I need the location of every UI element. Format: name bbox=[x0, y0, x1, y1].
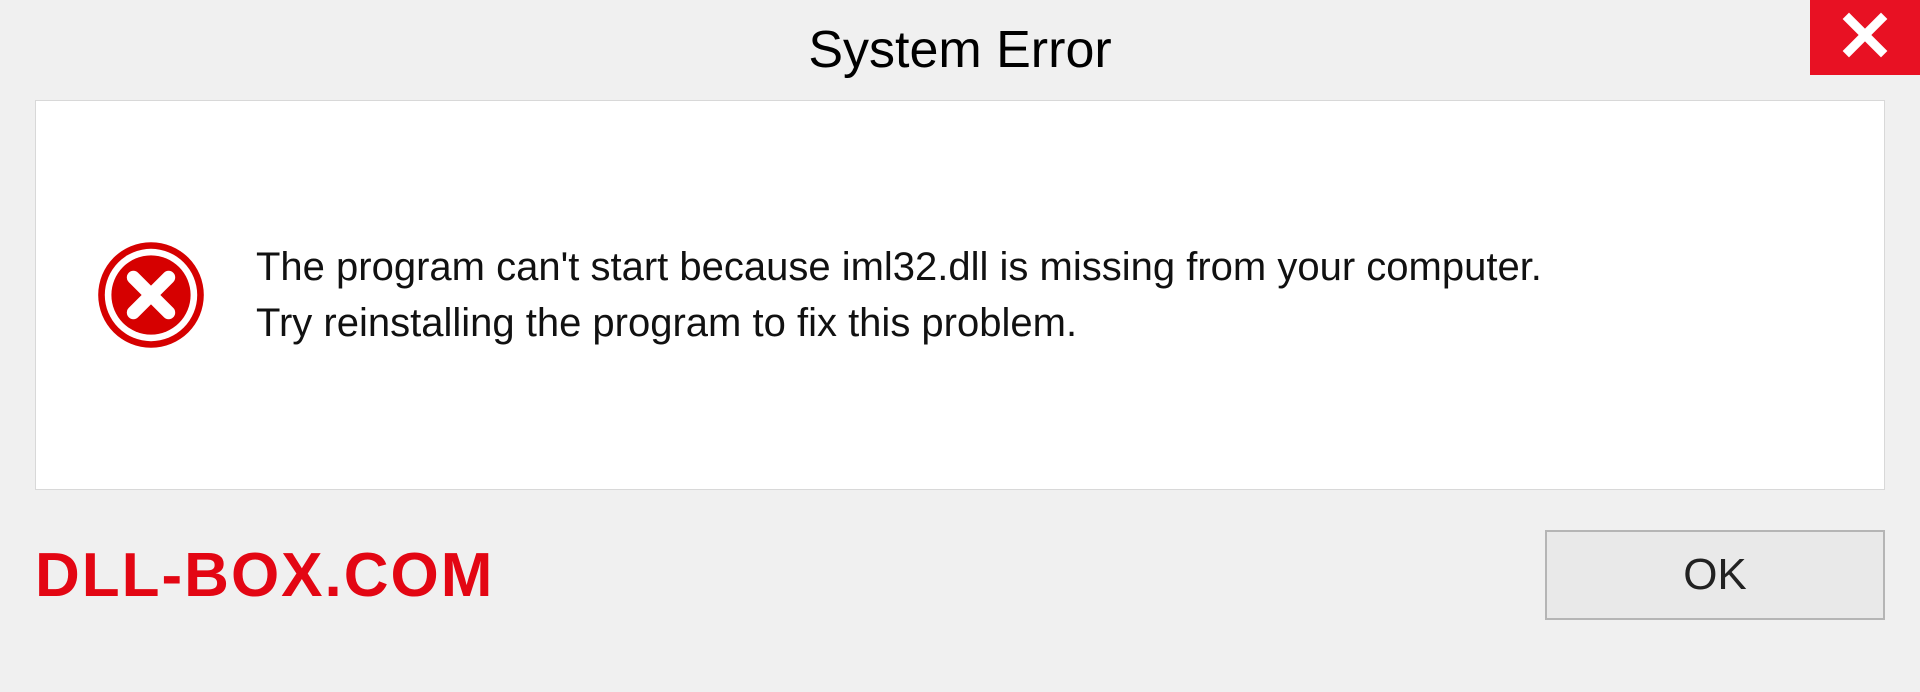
dialog-title: System Error bbox=[808, 20, 1111, 80]
error-icon bbox=[96, 240, 206, 350]
ok-button[interactable]: OK bbox=[1545, 530, 1885, 620]
error-message-line2: Try reinstalling the program to fix this… bbox=[256, 295, 1542, 351]
error-message-line1: The program can't start because iml32.dl… bbox=[256, 239, 1542, 295]
error-message: The program can't start because iml32.dl… bbox=[256, 239, 1542, 351]
titlebar: System Error bbox=[0, 0, 1920, 100]
watermark-text: DLL-BOX.COM bbox=[35, 540, 494, 611]
footer: DLL-BOX.COM OK bbox=[35, 530, 1885, 620]
content-panel: The program can't start because iml32.dl… bbox=[35, 100, 1885, 490]
close-button[interactable] bbox=[1810, 0, 1920, 75]
close-icon bbox=[1841, 11, 1889, 64]
